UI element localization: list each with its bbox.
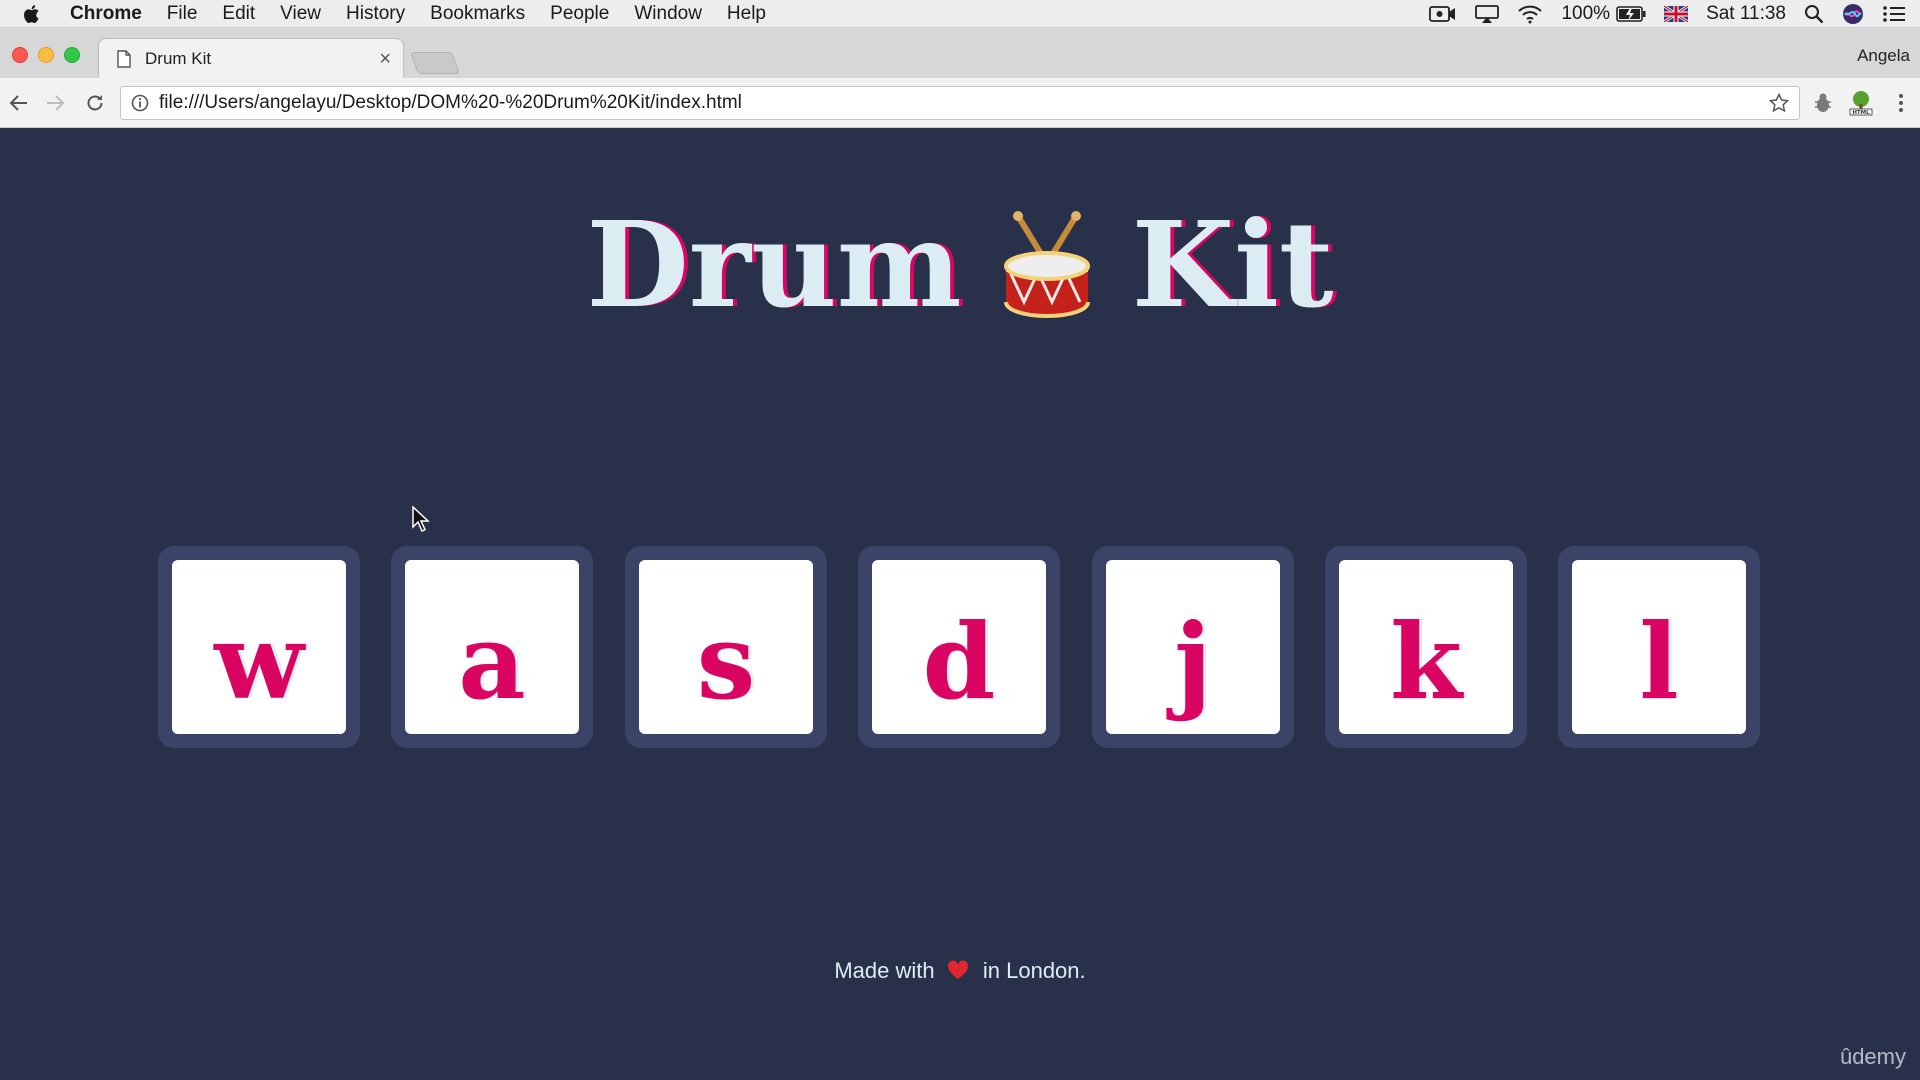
html-tree-extension-icon[interactable]: HTML [1848, 90, 1874, 116]
airplay-icon[interactable] [1475, 4, 1500, 24]
drum-button-k[interactable]: k [1325, 546, 1527, 748]
back-arrow-icon[interactable] [6, 90, 32, 116]
url-text[interactable]: file:///Users/angelayu/Desktop/DOM%20-%2… [159, 92, 1769, 114]
menu-app-name[interactable]: Chrome [70, 3, 142, 25]
drum-key-label: d [872, 560, 1046, 734]
menu-bookmarks[interactable]: Bookmarks [430, 3, 525, 25]
apple-menu-icon[interactable] [22, 3, 44, 25]
tab-drum-kit[interactable]: Drum Kit × [98, 38, 404, 78]
tab-close-icon[interactable]: × [379, 49, 391, 69]
page-document-icon [117, 49, 131, 68]
udemy-watermark: ûdemy [1839, 1044, 1906, 1069]
siri-icon[interactable] [1842, 3, 1864, 25]
heart-icon [947, 960, 968, 979]
window-maximize-button[interactable] [64, 47, 80, 63]
drum-button-s[interactable]: s [625, 546, 827, 748]
mouse-cursor-icon [412, 506, 430, 532]
battery-status[interactable]: 100% [1561, 3, 1646, 25]
menu-file[interactable]: File [167, 3, 198, 25]
drum-key-label: w [172, 560, 346, 734]
drum-button-j[interactable]: j [1092, 546, 1294, 748]
drum-key-label: s [639, 560, 813, 734]
heading-word-kit: Kit [1131, 195, 1334, 334]
menu-view[interactable]: View [280, 3, 321, 25]
os-menubar: Chrome File Edit View History Bookmarks … [0, 0, 1920, 28]
notification-center-icon[interactable] [1882, 4, 1906, 24]
browser-tab-strip: Drum Kit × Angela [0, 28, 1920, 78]
battery-percent: 100% [1561, 3, 1611, 24]
battery-icon [1616, 6, 1646, 22]
drum-button-d[interactable]: d [858, 546, 1060, 748]
spotlight-search-icon[interactable] [1804, 4, 1824, 24]
menu-help[interactable]: Help [727, 3, 766, 25]
profile-name[interactable]: Angela [1857, 46, 1910, 66]
drum-key-label: j [1106, 560, 1280, 734]
site-info-icon[interactable] [131, 94, 149, 112]
uk-flag-icon[interactable] [1664, 6, 1689, 22]
drum-button-l[interactable]: l [1558, 546, 1760, 748]
browser-toolbar: file:///Users/angelayu/Desktop/DOM%20-%2… [0, 78, 1920, 128]
drum-key-label: a [405, 560, 579, 734]
menu-window[interactable]: Window [634, 3, 702, 25]
menu-people[interactable]: People [550, 3, 609, 25]
drum-button-a[interactable]: a [391, 546, 593, 748]
drum-set: w a s d j k l [158, 546, 1762, 748]
chrome-menu-icon[interactable] [1888, 90, 1914, 116]
drum-key-label: k [1339, 560, 1513, 734]
menu-edit[interactable]: Edit [222, 3, 255, 25]
wifi-icon[interactable] [1517, 4, 1543, 24]
menu-history[interactable]: History [346, 3, 405, 25]
drum-button-w[interactable]: w [158, 546, 360, 748]
bug-extension-icon[interactable] [1810, 90, 1836, 116]
address-bar[interactable]: file:///Users/angelayu/Desktop/DOM%20-%2… [120, 86, 1800, 120]
window-close-button[interactable] [12, 47, 28, 63]
reload-icon[interactable] [82, 90, 108, 116]
page-heading: Drum Kit [0, 200, 1920, 330]
heading-word-drum: Drum [586, 195, 962, 334]
footer-text-before: Made with [834, 958, 935, 983]
forward-arrow-icon[interactable] [42, 90, 68, 116]
page-footer: Made with in London. [0, 958, 1920, 984]
drum-emoji-icon [1003, 211, 1090, 319]
drum-kit-page: Drum Kit w a s d j k l Made with in Lond… [0, 128, 1920, 1080]
footer-text-after: in London. [982, 958, 1086, 983]
screen-recording-icon[interactable] [1429, 4, 1457, 24]
drum-key-label: l [1572, 560, 1746, 734]
new-tab-button[interactable] [409, 52, 461, 74]
window-minimize-button[interactable] [38, 47, 54, 63]
bookmark-star-icon[interactable] [1769, 93, 1789, 113]
tab-title: Drum Kit [145, 48, 212, 68]
svg-text:HTML: HTML [1852, 110, 1870, 116]
clock[interactable]: Sat 11:38 [1706, 3, 1786, 25]
